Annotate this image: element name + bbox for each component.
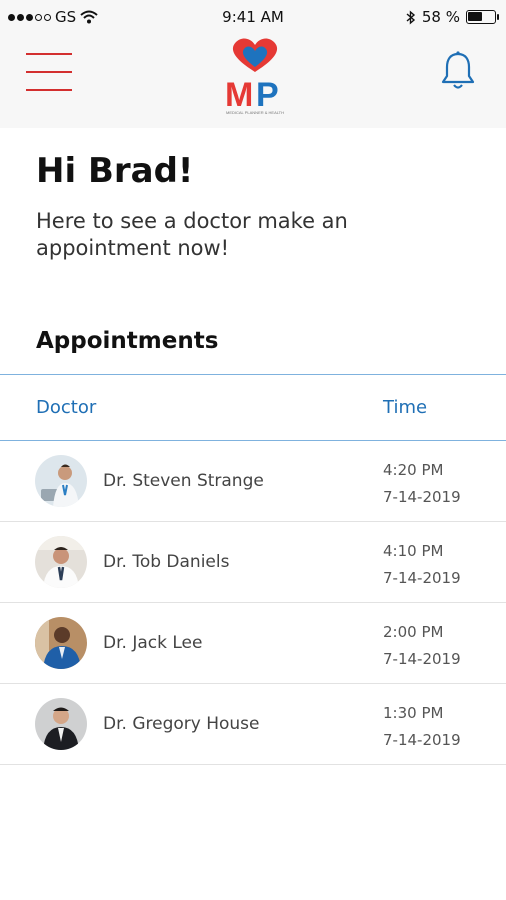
- doctor-avatar: [35, 536, 87, 588]
- menu-button[interactable]: [26, 52, 72, 92]
- appointment-hour: 4:20 PM: [383, 461, 444, 479]
- doctor-avatar: [35, 617, 87, 669]
- appointment-time: 1:30 PM 7-14-2019: [383, 700, 461, 754]
- svg-text:MEDICAL PLANNER & HEALTH: MEDICAL PLANNER & HEALTH: [226, 110, 284, 115]
- status-right: 58 %: [406, 8, 499, 26]
- appointment-time: 2:00 PM 7-14-2019: [383, 619, 461, 673]
- doctor-name: Dr. Gregory House: [103, 714, 260, 734]
- doctor-name: Dr. Tob Daniels: [103, 552, 230, 572]
- status-bar: GS 9:41 AM 58 %: [0, 0, 506, 36]
- appointment-hour: 1:30 PM: [383, 704, 444, 722]
- app-logo: M P MEDICAL PLANNER & HEALTH: [225, 38, 284, 115]
- svg-text:M: M: [225, 76, 253, 114]
- greeting-title: Hi Brad!: [36, 151, 194, 191]
- appointment-date: 7-14-2019: [383, 569, 461, 587]
- doctor-name: Dr. Jack Lee: [103, 633, 203, 653]
- appointment-row[interactable]: Dr. Jack Lee 2:00 PM 7-14-2019: [0, 603, 506, 684]
- column-header-doctor: Doctor: [36, 397, 97, 418]
- doctor-avatar: [35, 698, 87, 750]
- top-nav-bar: M P MEDICAL PLANNER & HEALTH: [0, 36, 506, 128]
- appointment-hour: 4:10 PM: [383, 542, 444, 560]
- appointment-time: 4:20 PM 7-14-2019: [383, 457, 461, 511]
- battery-level: [468, 12, 482, 21]
- doctor-name: Dr. Steven Strange: [103, 471, 264, 491]
- appointment-row[interactable]: Dr. Gregory House 1:30 PM 7-14-2019: [0, 684, 506, 765]
- bell-icon[interactable]: [440, 50, 476, 92]
- appointment-row[interactable]: Dr. Tob Daniels 4:10 PM 7-14-2019: [0, 522, 506, 603]
- hamburger-menu-icon: [26, 53, 72, 55]
- greeting-subtitle: Here to see a doctor make an appointment…: [36, 209, 348, 260]
- appointment-date: 7-14-2019: [383, 488, 461, 506]
- battery-percent: 58 %: [421, 8, 460, 26]
- appointment-hour: 2:00 PM: [383, 623, 444, 641]
- svg-text:P: P: [256, 76, 279, 114]
- appointments-table: Doctor Time Dr. Steven Strange 4:20 PM 7…: [0, 374, 506, 765]
- column-header-time: Time: [383, 397, 428, 418]
- battery-icon: [466, 10, 499, 24]
- table-header: Doctor Time: [0, 374, 506, 441]
- doctor-avatar: [35, 455, 87, 507]
- appointments-title: Appointments: [36, 328, 219, 354]
- appointment-date: 7-14-2019: [383, 650, 461, 668]
- appointment-time: 4:10 PM 7-14-2019: [383, 538, 461, 592]
- appointment-date: 7-14-2019: [383, 731, 461, 749]
- appointment-row[interactable]: Dr. Steven Strange 4:20 PM 7-14-2019: [0, 441, 506, 522]
- bluetooth-icon: [406, 9, 415, 25]
